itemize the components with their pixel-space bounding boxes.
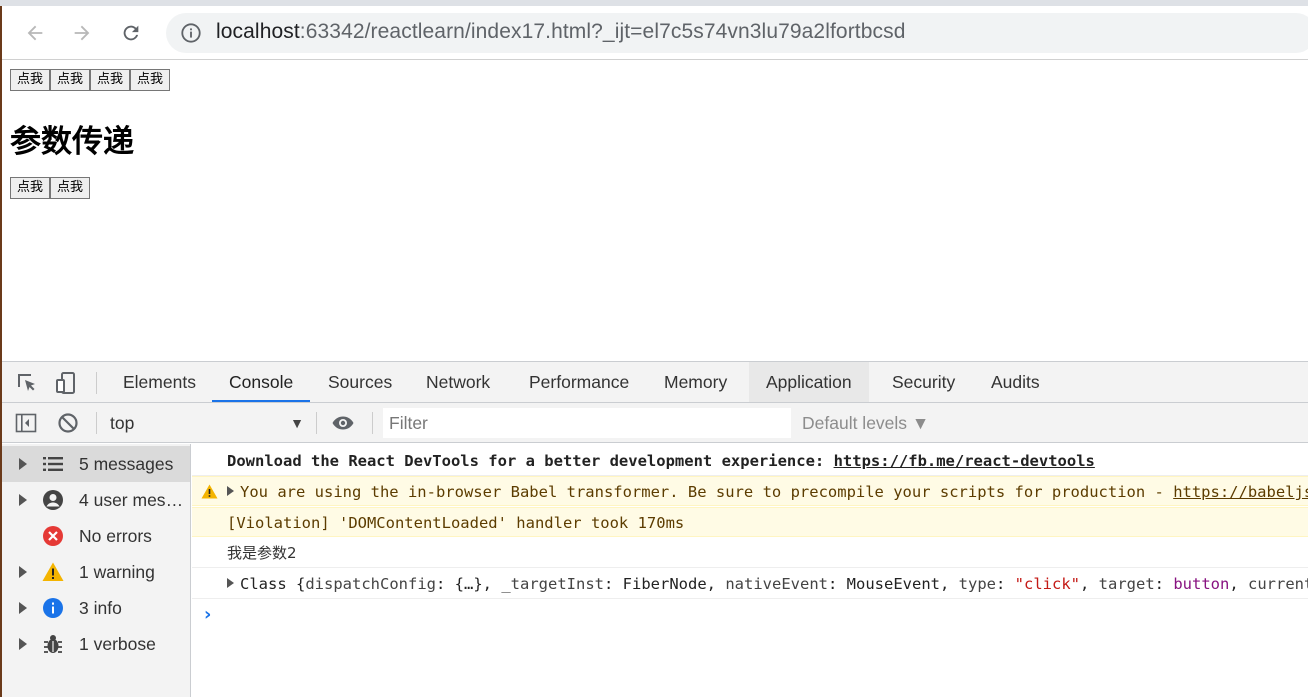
console-log: Download the React DevTools for a better… (192, 444, 1308, 697)
tab-memory[interactable]: Memory (647, 362, 744, 402)
console-violation: [Violation] 'DOMContentLoaded' handler t… (192, 507, 1308, 537)
context-value: top (110, 413, 135, 433)
expand-arrow-icon[interactable] (19, 494, 27, 506)
toolbar-divider (316, 412, 317, 434)
user-icon (43, 490, 63, 510)
sidebar-item-label: 1 warning (79, 562, 155, 582)
inspect-element-icon[interactable] (15, 371, 39, 395)
warning-icon (42, 562, 64, 581)
expand-arrow-icon[interactable] (227, 578, 234, 588)
sidebar-item-errors[interactable]: No errors (2, 518, 190, 554)
sidebar-item-info[interactable]: 3 info (2, 590, 190, 626)
message-text: You are using the in-browser Babel trans… (240, 483, 1174, 501)
sidebar-toggle-icon[interactable] (14, 411, 38, 435)
info-icon (43, 598, 63, 618)
object-value: {…} (454, 575, 483, 593)
button-row-params: 点我 点我 (10, 177, 91, 199)
warning-icon (201, 484, 218, 499)
toolbar-divider (96, 412, 97, 434)
eye-icon[interactable] (331, 411, 355, 435)
object-key: type (958, 575, 996, 593)
tab-audits[interactable]: Audits (974, 362, 1057, 402)
message-link[interactable]: https://babeljs.io/docs/setup/ (1173, 483, 1308, 501)
reload-button[interactable] (114, 16, 148, 50)
tab-application[interactable]: Application (749, 362, 869, 402)
devtools-tabbar: Elements Console Sources Network Perform… (2, 362, 1308, 403)
message-text: [Violation] 'DOMContentLoaded' handler t… (227, 514, 685, 532)
device-toolbar-icon[interactable] (54, 371, 78, 395)
object-key: dispatchConfig (305, 575, 436, 593)
tab-console[interactable]: Console (212, 362, 311, 402)
clear-console-icon[interactable] (56, 411, 80, 435)
console-object[interactable]: Class {dispatchConfig: {…}, _targetInst:… (192, 569, 1308, 599)
expand-arrow-icon[interactable] (19, 638, 27, 650)
url-host: localhost (216, 20, 300, 43)
object-value: button (1173, 575, 1230, 593)
sidebar-item-label: 5 messages (79, 454, 174, 474)
toolbar-divider (96, 372, 97, 394)
object-value: "click" (1014, 575, 1080, 593)
page-heading: 参数传递 (10, 124, 134, 160)
back-button[interactable] (18, 16, 52, 50)
click-me-button[interactable]: 点我 (50, 177, 91, 199)
sidebar-item-label: 1 verbose (79, 634, 156, 654)
click-me-button[interactable]: 点我 (10, 69, 51, 91)
sidebar-item-warnings[interactable]: 1 warning (2, 554, 190, 590)
address-bar[interactable]: localhost:63342/reactlearn/index17.html?… (166, 13, 1308, 53)
console-warning: You are using the in-browser Babel trans… (192, 476, 1308, 506)
click-me-button[interactable]: 点我 (50, 69, 91, 91)
info-icon[interactable] (180, 22, 202, 44)
tab-sources[interactable]: Sources (311, 362, 409, 402)
button-row-top: 点我 点我 点我 点我 (10, 69, 171, 91)
sidebar-item-messages[interactable]: 5 messages (2, 446, 190, 482)
sidebar-item-verbose[interactable]: 1 verbose (2, 626, 190, 662)
expand-arrow-icon[interactable] (227, 486, 234, 496)
object-value: FiberNode (622, 575, 707, 593)
tab-security[interactable]: Security (875, 362, 972, 402)
expand-arrow-icon[interactable] (19, 566, 27, 578)
reload-icon (123, 25, 139, 41)
object-key: _targetInst (501, 575, 604, 593)
sidebar-item-label: 3 info (79, 598, 122, 618)
bug-icon (44, 635, 62, 653)
message-text: Download the React DevTools for a better… (227, 452, 834, 470)
tab-performance[interactable]: Performance (512, 362, 646, 402)
devtools-panel: Elements Console Sources Network Perform… (2, 361, 1308, 697)
console-message: 我是参数2 (192, 538, 1308, 568)
click-me-button[interactable]: 点我 (130, 69, 171, 91)
object-key: target (1098, 575, 1155, 593)
forward-button[interactable] (65, 16, 99, 50)
console-sidebar: 5 messages 4 user messages No errors 1 w… (2, 444, 191, 697)
message-link[interactable]: https://fb.me/react-devtools (834, 452, 1095, 470)
list-icon (43, 457, 63, 471)
log-levels-select[interactable]: Default levels ▼ (802, 408, 929, 438)
console-message: Download the React DevTools for a better… (192, 446, 1308, 476)
sidebar-item-label: No errors (79, 526, 152, 546)
context-select[interactable]: top ▼ (102, 409, 310, 437)
arrow-right-icon (74, 25, 90, 41)
sidebar-item-user-messages[interactable]: 4 user messages (2, 482, 190, 518)
expand-arrow-icon[interactable] (19, 602, 27, 614)
tab-elements[interactable]: Elements (106, 362, 213, 402)
url-path: :63342/reactlearn/index17.html?_ijt=el7c… (299, 20, 906, 43)
console-toolbar: top ▼ Filter Default levels ▼ (2, 403, 1308, 443)
error-icon (43, 526, 63, 546)
object-key: nativeEvent (725, 575, 828, 593)
toolbar-divider (372, 412, 373, 434)
expand-arrow-icon[interactable] (19, 458, 27, 470)
tab-network[interactable]: Network (409, 362, 507, 402)
sidebar-item-label: 4 user messages (79, 490, 189, 510)
object-class: Class (240, 575, 287, 593)
browser-toolbar: localhost:63342/reactlearn/index17.html?… (2, 6, 1308, 60)
console-prompt-icon[interactable]: › (204, 604, 211, 625)
click-me-button[interactable]: 点我 (10, 177, 51, 199)
click-me-button[interactable]: 点我 (90, 69, 131, 91)
filter-input[interactable]: Filter (383, 408, 791, 438)
object-value: MouseEvent (846, 575, 940, 593)
arrow-left-icon (27, 25, 43, 41)
message-text: 我是参数2 (227, 544, 297, 562)
url-text[interactable]: localhost:63342/reactlearn/index17.html?… (216, 20, 905, 44)
dropdown-arrow-icon: ▼ (290, 415, 304, 431)
object-key: currentTarget (1248, 575, 1308, 593)
